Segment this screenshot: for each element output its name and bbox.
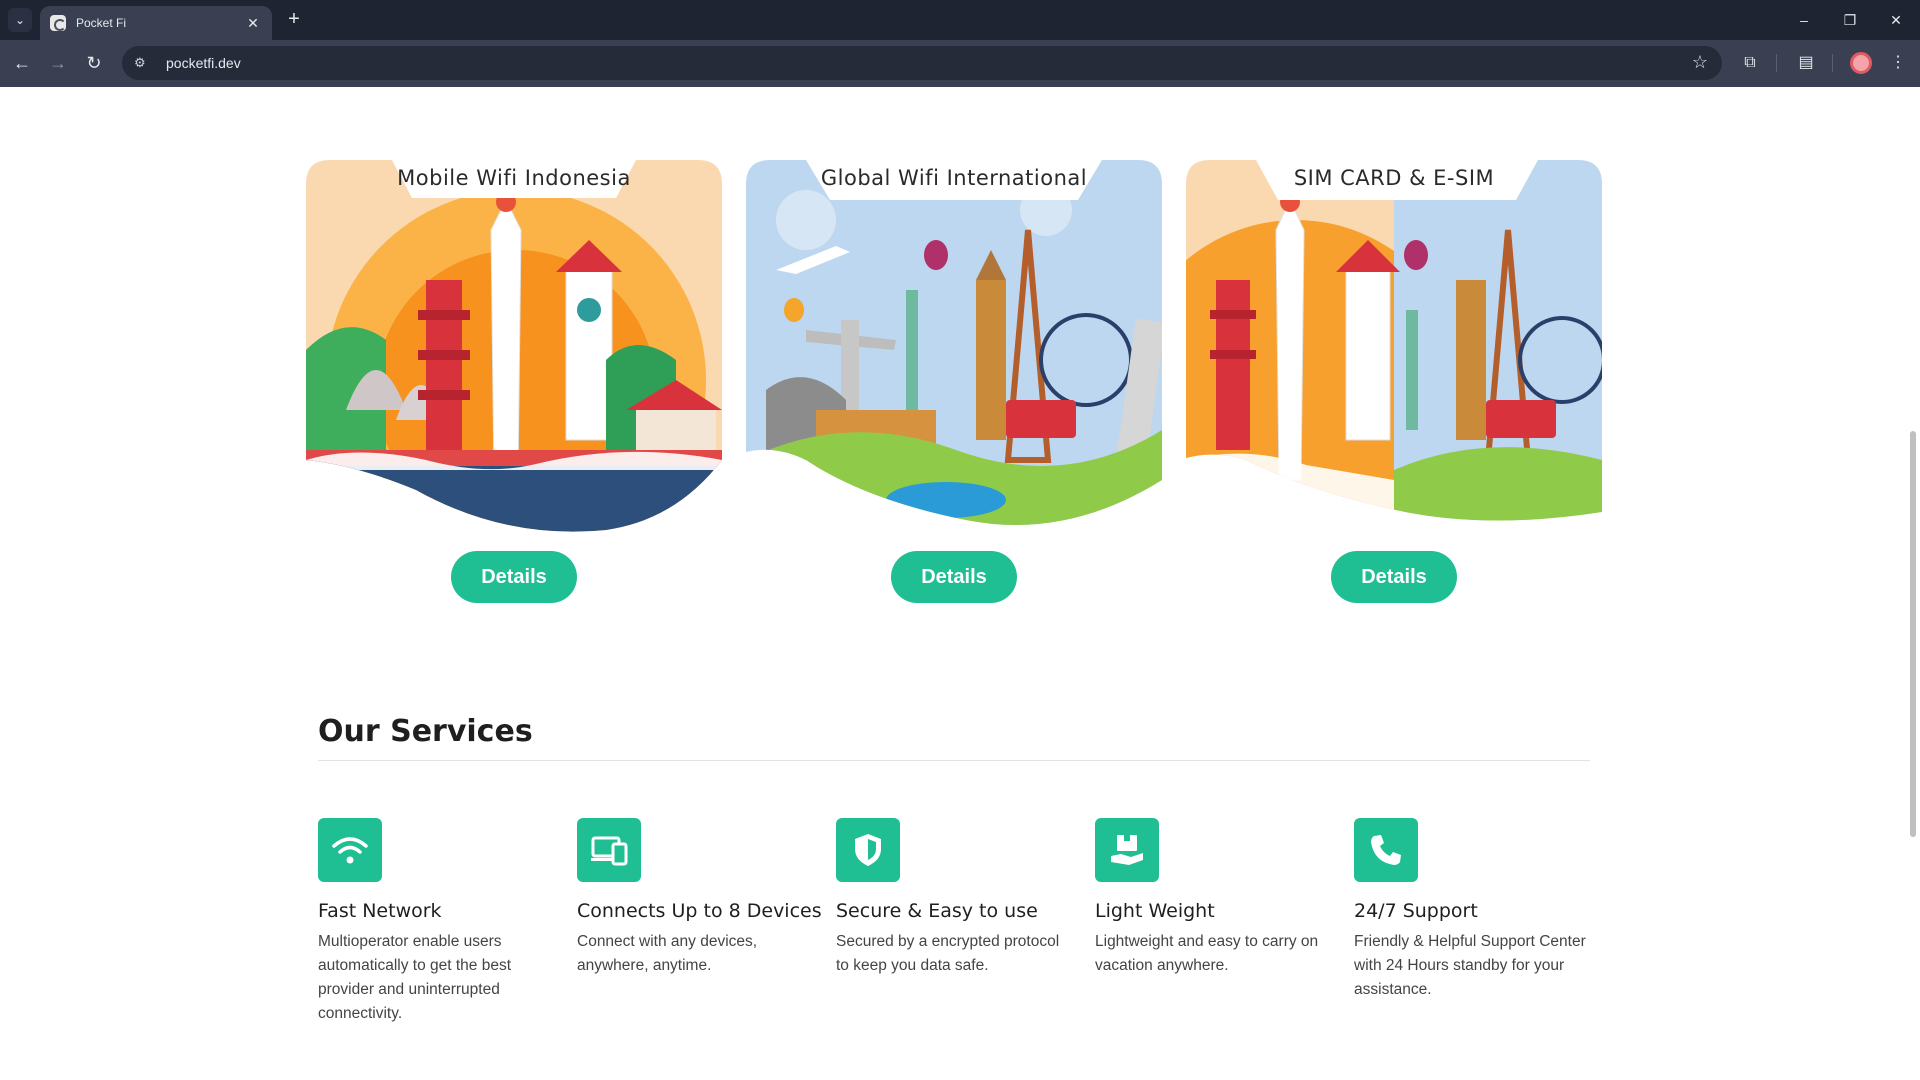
back-button[interactable]: ← [10, 51, 34, 75]
toolbar-divider [1776, 54, 1777, 72]
close-tab-icon[interactable]: ✕ [244, 15, 262, 32]
details-button-sim[interactable]: Details [1331, 551, 1457, 603]
service-description: Multioperator enable users automatically… [318, 933, 512, 1022]
toolbar-divider [1832, 54, 1833, 72]
product-card-global: Global Wifi International [746, 160, 1162, 540]
product-card-sim: SIM CARD & E-SIM [1186, 160, 1602, 540]
service-description: Secured by a encrypted protocol to keep … [836, 933, 1060, 974]
service-title: Light Weight [1095, 900, 1215, 922]
details-button-global[interactable]: Details [891, 551, 1017, 603]
sim-illustration [1186, 160, 1602, 521]
devices-icon [577, 818, 641, 882]
service-item: Fast Network Multioperator enable users … [318, 818, 558, 1026]
product-card-indonesia: Mobile Wifi Indonesia [306, 160, 722, 540]
card-title: Global Wifi International [820, 166, 1088, 190]
tab-title: Pocket Fi [76, 16, 127, 30]
tab-search-button[interactable]: ⌄ [8, 8, 32, 32]
service-description: Lightweight and easy to carry on vacatio… [1095, 933, 1319, 974]
minimize-button[interactable]: – [1792, 8, 1816, 32]
services-heading: Our Services [318, 714, 533, 749]
page-scrollbar[interactable] [1906, 87, 1920, 1080]
service-item: 24/7 Support Friendly & Helpful Support … [1354, 818, 1594, 1002]
service-item: Light Weight Lightweight and easy to car… [1095, 818, 1335, 978]
service-title: Secure & Easy to use [836, 900, 1038, 922]
service-title: Fast Network [318, 900, 442, 922]
phone-icon [1354, 818, 1418, 882]
menu-kebab-icon[interactable]: ⋮ [1886, 51, 1910, 75]
scrollbar-thumb[interactable] [1910, 431, 1916, 837]
address-bar[interactable]: ⚙ pocketfi.dev ☆ [122, 46, 1722, 80]
extensions-icon[interactable]: ⧉ [1738, 51, 1762, 75]
card-title: Mobile Wifi Indonesia [397, 166, 631, 190]
service-item: Connects Up to 8 Devices Connect with an… [577, 818, 822, 978]
package-hand-icon [1095, 818, 1159, 882]
profile-avatar[interactable] [1850, 52, 1872, 74]
forward-button[interactable]: → [46, 51, 70, 75]
close-window-button[interactable]: ✕ [1884, 8, 1908, 32]
service-title: Connects Up to 8 Devices [577, 900, 822, 922]
side-panel-icon[interactable]: ▤ [1794, 51, 1818, 75]
divider [318, 760, 1590, 761]
bookmark-star-icon[interactable]: ☆ [1692, 52, 1708, 73]
service-description: Connect with any devices, anywhere, anyt… [577, 933, 758, 974]
browser-toolbar: ← → ↻ ⚙ pocketfi.dev ☆ ⧉ ▤ ⋮ [0, 40, 1920, 87]
indonesia-illustration [306, 160, 722, 532]
restore-button[interactable]: ❐ [1838, 8, 1862, 32]
details-button-indonesia[interactable]: Details [451, 551, 577, 603]
browser-tab[interactable]: Pocket Fi ✕ [40, 6, 272, 40]
site-info-icon[interactable]: ⚙ [134, 55, 156, 71]
service-item: Secure & Easy to use Secured by a encryp… [836, 818, 1076, 978]
wifi-icon [318, 818, 382, 882]
card-title: SIM CARD & E-SIM [1293, 166, 1495, 190]
favicon-icon [50, 15, 66, 31]
service-title: 24/7 Support [1354, 900, 1478, 922]
global-illustration [746, 160, 1162, 525]
reload-button[interactable]: ↻ [82, 51, 106, 75]
url-text: pocketfi.dev [166, 55, 241, 71]
service-description: Friendly & Helpful Support Center with 2… [1354, 933, 1586, 998]
new-tab-button[interactable]: + [282, 8, 306, 32]
browser-chrome: ⌄ Pocket Fi ✕ + – ❐ ✕ ← → ↻ ⚙ pocketfi.d… [0, 0, 1920, 87]
shield-icon [836, 818, 900, 882]
tab-strip: ⌄ Pocket Fi ✕ + – ❐ ✕ [0, 0, 1920, 40]
